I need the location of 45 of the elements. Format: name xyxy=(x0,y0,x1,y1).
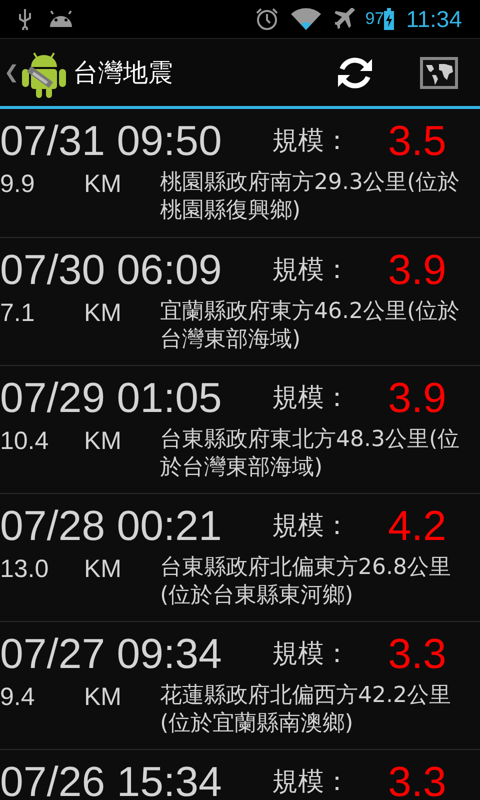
depth-value: 7.1 xyxy=(0,298,36,328)
battery-icon xyxy=(384,8,394,30)
magnitude-value: 3.5 xyxy=(388,120,446,162)
location-text: 宜蘭縣政府東方46.2公里(位於台灣東部海域) xyxy=(160,298,461,354)
alarm-clock-icon xyxy=(255,7,280,31)
depth-unit: KM xyxy=(84,298,122,328)
magnitude-label: 規模： xyxy=(271,513,351,539)
magnitude-label: 規模： xyxy=(271,641,351,667)
location-text: 桃園縣政府南方29.3公里(位於桃園縣復興鄉) xyxy=(160,169,461,225)
quake-time: 07/30 06:09 xyxy=(0,249,223,291)
depth-unit: KM xyxy=(84,426,122,456)
world-map-icon[interactable] xyxy=(420,56,458,88)
magnitude-label: 規模： xyxy=(271,769,351,795)
quake-time: 07/27 09:34 xyxy=(0,633,223,675)
depth-unit: KM xyxy=(84,554,122,584)
usb-icon xyxy=(18,8,32,30)
magnitude-value: 3.9 xyxy=(388,377,446,419)
refresh-icon[interactable] xyxy=(336,54,374,90)
depth-value: 9.9 xyxy=(0,169,36,199)
up-arrow[interactable]: ❮ xyxy=(4,59,19,86)
magnitude-label: 規模： xyxy=(271,385,351,411)
magnitude-label: 規模： xyxy=(271,128,351,154)
app-title: 台灣地震 xyxy=(73,56,173,89)
depth-unit: KM xyxy=(84,682,122,712)
wifi-icon xyxy=(291,8,322,30)
clock-time: 11:34 xyxy=(406,4,462,34)
depth-value: 10.4 xyxy=(0,426,50,456)
magnitude-value: 4.2 xyxy=(388,505,446,547)
depth-value: 9.4 xyxy=(0,682,36,712)
battery-percent: 97 xyxy=(365,8,384,30)
quake-time: 07/29 01:05 xyxy=(0,377,223,419)
magnitude-label: 規模： xyxy=(271,257,351,283)
airplane-icon xyxy=(335,8,358,30)
location-text: 台東縣政府東北方48.3公里(位於台灣東部海域) xyxy=(160,426,461,482)
quake-time: 07/28 00:21 xyxy=(0,505,223,547)
location-text: 花蓮縣政府北偏西方42.2公里(位於宜蘭縣南澳鄉) xyxy=(160,682,452,738)
quake-time: 07/31 09:50 xyxy=(0,120,223,162)
robot-head-icon xyxy=(48,10,74,28)
magnitude-value: 3.3 xyxy=(388,633,446,675)
location-text: 台東縣政府北偏東方26.8公里(位於台東縣東河鄉) xyxy=(160,554,452,610)
magnitude-value: 3.9 xyxy=(388,249,446,291)
depth-value: 13.0 xyxy=(0,554,50,584)
depth-unit: KM xyxy=(84,169,122,199)
quake-time: 07/26 15:34 xyxy=(0,761,223,800)
magnitude-value: 3.3 xyxy=(388,761,446,800)
